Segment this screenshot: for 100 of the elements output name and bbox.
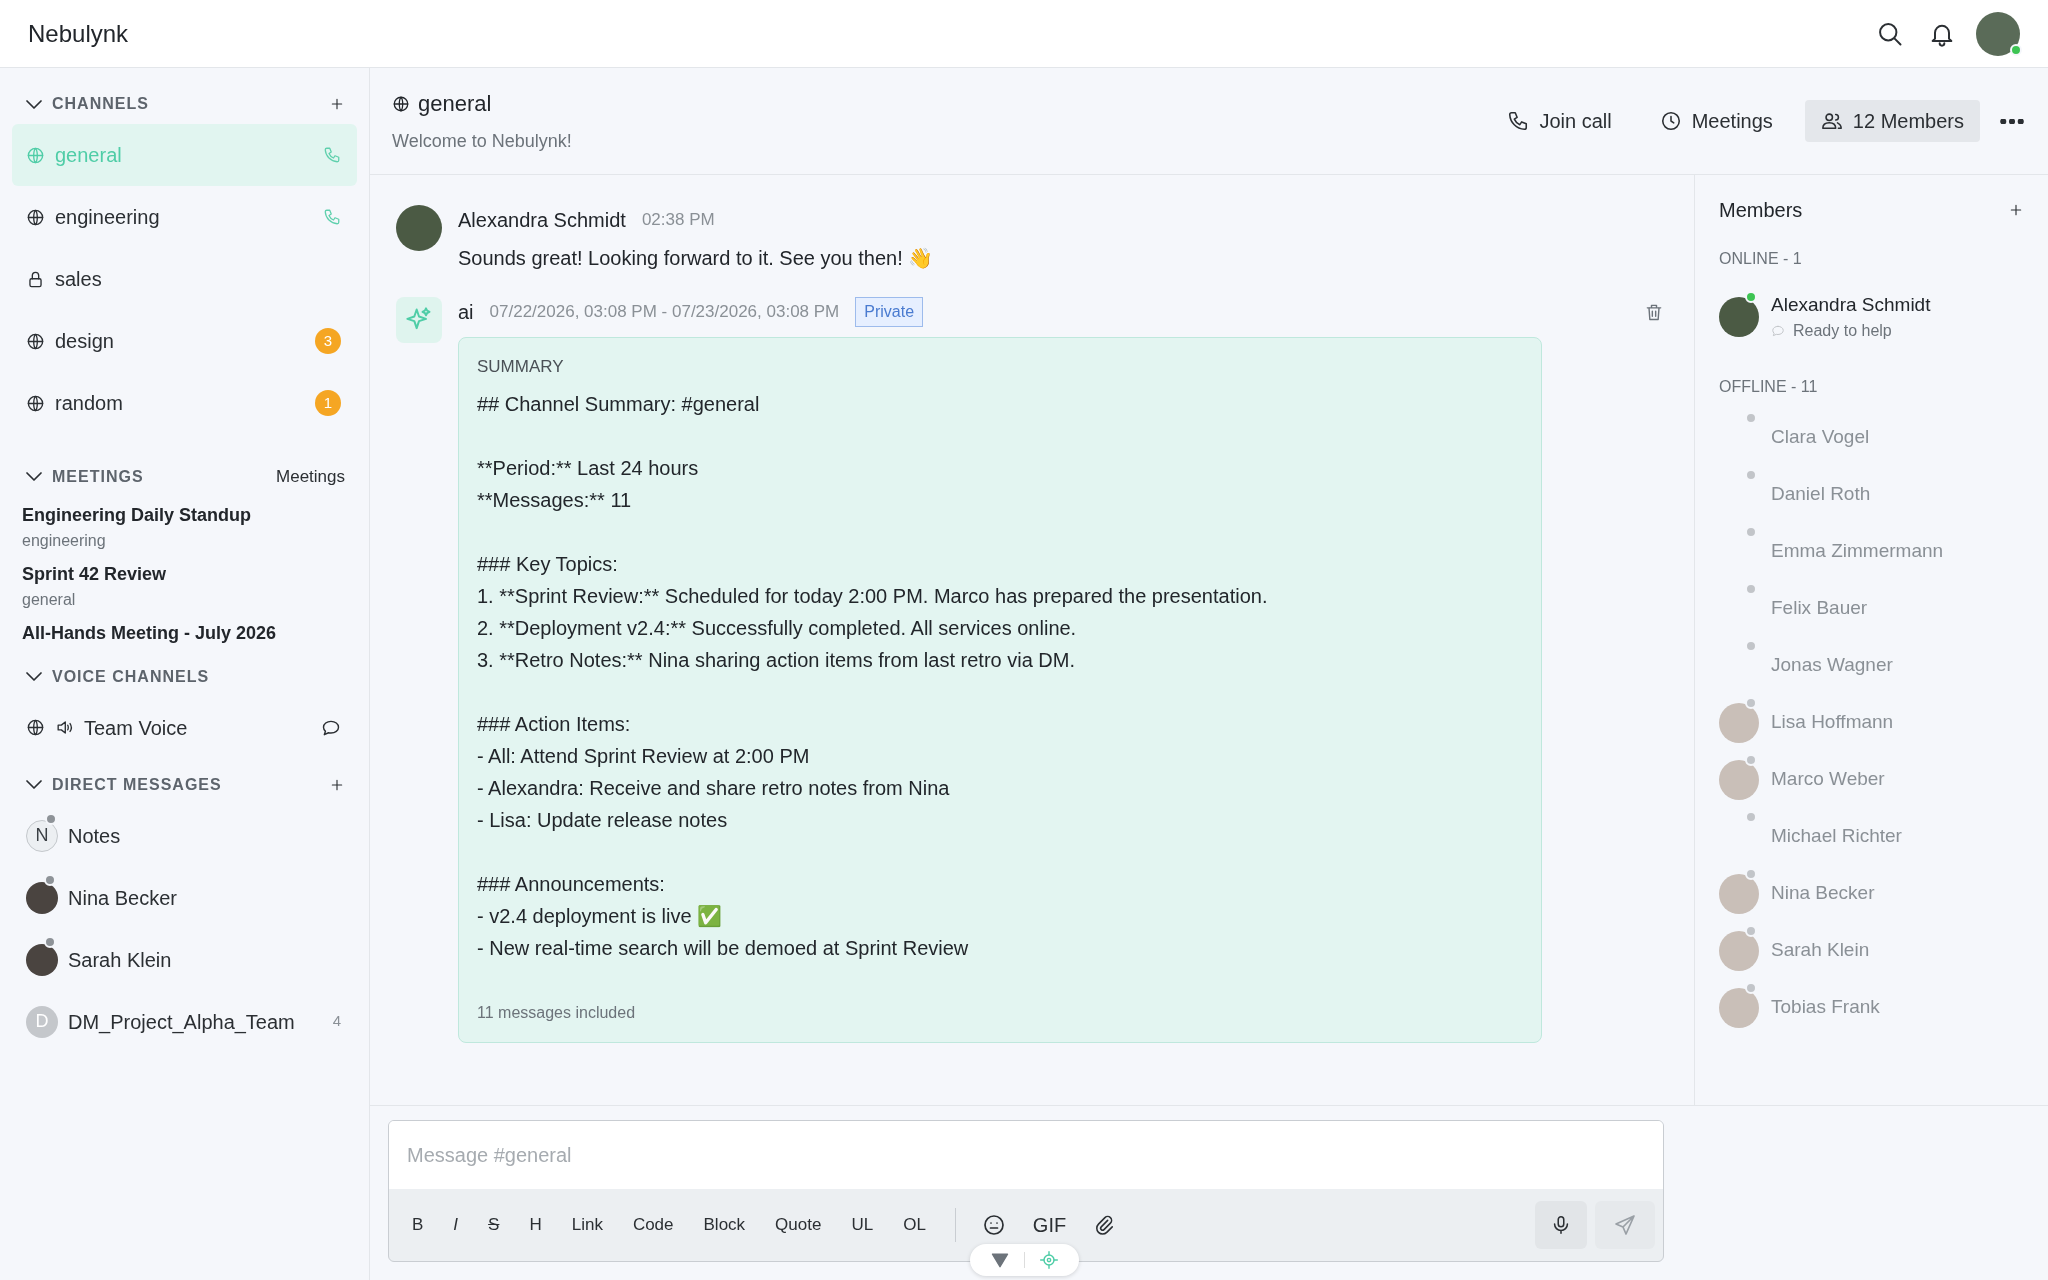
format-button[interactable]: Link	[556, 1206, 618, 1244]
plus-icon	[329, 96, 345, 112]
collapse-toggle[interactable]	[26, 780, 42, 789]
dm-item[interactable]: D DM_Project_Alpha_Team 4	[12, 990, 357, 1053]
voice-button[interactable]	[1535, 1201, 1587, 1249]
summary-line: - Alexandra: Receive and share retro notes from Nina	[477, 775, 951, 801]
avatar: D	[26, 1005, 58, 1038]
paperclip-icon	[1093, 1214, 1116, 1236]
private-tag: Private	[855, 297, 924, 327]
chevron-icon	[26, 780, 42, 789]
online-dot	[2010, 43, 2022, 56]
author-name: Alexandra Schmidt	[458, 208, 626, 233]
channel-item[interactable]: design 3	[12, 310, 357, 372]
channel-name: general	[55, 143, 122, 168]
group-label: OFFLINE - 11	[1719, 377, 1819, 397]
clock-icon	[1659, 110, 1682, 132]
unread-badge: 3	[315, 328, 341, 354]
dm-item[interactable]: Nina Becker	[12, 866, 357, 929]
gif-button[interactable]: GIF	[1017, 1204, 1082, 1246]
status-text: Ready to help	[1793, 321, 1892, 342]
plus-icon	[2008, 202, 2024, 218]
globe-icon	[26, 331, 45, 351]
globe-icon	[26, 145, 45, 165]
summary-line: - Lisa: Update release notes	[477, 807, 729, 833]
format-button[interactable]: H	[514, 1206, 557, 1244]
format-button[interactable]: OL	[888, 1206, 941, 1244]
globe-icon	[26, 718, 45, 737]
channel-name: design	[55, 329, 114, 354]
channel-name: random	[55, 391, 123, 416]
user-avatar	[396, 205, 442, 251]
author-name: ai	[458, 300, 474, 325]
meetings-link[interactable]: Meetings	[276, 464, 345, 490]
dm-item[interactable]: Sarah Klein	[12, 928, 357, 991]
channel-item[interactable]: random 1	[12, 372, 357, 434]
chevron-icon	[26, 99, 42, 109]
speaker-icon	[55, 718, 74, 737]
summary-line: - New real-time search will be demoed at Sprint Review	[477, 935, 970, 961]
collapse-toggle[interactable]	[26, 99, 42, 109]
dm-item[interactable]: N Notes	[12, 804, 357, 867]
summary-line: ### Action Items:	[477, 711, 632, 737]
meeting-title[interactable]: Sprint 42 Review	[22, 560, 347, 588]
format-button[interactable]: Code	[617, 1206, 689, 1244]
header-button[interactable]: Meetings	[1643, 100, 1789, 142]
lock-icon	[26, 269, 45, 289]
format-button[interactable]: S	[473, 1206, 515, 1244]
phone-icon	[1507, 110, 1530, 132]
meeting-channel: engineering	[22, 530, 107, 551]
globe-icon	[26, 207, 45, 227]
globe-icon	[392, 94, 410, 113]
format-button[interactable]: UL	[836, 1206, 889, 1244]
member-name[interactable]: Alexandra Schmidt	[1771, 290, 1931, 320]
app-logo-text: Nebulynk	[28, 18, 129, 49]
devtools-menu[interactable]	[970, 1244, 1079, 1276]
message-text: Sounds great! Looking forward to it. See you then! 👋	[458, 246, 935, 271]
summary-line: ### Key Topics:	[477, 551, 619, 577]
summary-line: - All: Attend Sprint Review at 2:00 PM	[477, 743, 811, 769]
channel-item[interactable]: sales	[12, 248, 357, 310]
unread-badge: 1	[315, 390, 341, 416]
voice-channel-item[interactable]: Team Voice	[12, 696, 357, 759]
meeting-title[interactable]: All-Hands Meeting - July 2026	[22, 619, 347, 647]
format-button[interactable]: Block	[688, 1206, 761, 1244]
meeting-channel: general	[22, 589, 77, 610]
send-icon	[1613, 1213, 1637, 1237]
channel-name: engineering	[55, 205, 160, 230]
format-button[interactable]: Quote	[760, 1206, 837, 1244]
globe-icon	[26, 393, 45, 413]
collapse-toggle[interactable]	[26, 672, 42, 681]
add-channel-button[interactable]	[329, 96, 345, 112]
dm-name: DM_Project_Alpha_Team	[68, 1009, 295, 1036]
header-button[interactable]: Join call	[1491, 100, 1628, 142]
add-member-button[interactable]	[2008, 202, 2024, 218]
smiley-icon	[981, 1213, 1006, 1237]
chevron-icon	[26, 472, 42, 482]
section-heading: CHANNELS	[52, 94, 149, 114]
count-label: 4	[332, 1011, 341, 1032]
people-icon	[1820, 110, 1843, 132]
collapse-toggle[interactable]	[26, 472, 42, 482]
summary-line: ## Channel Summary: #general	[477, 391, 761, 417]
channel-name: sales	[55, 267, 102, 292]
section-heading: VOICE CHANNELS	[52, 666, 210, 687]
format-button[interactable]: I	[438, 1206, 474, 1244]
header-button[interactable]: 12 Members	[1804, 100, 1980, 142]
chevron-icon	[26, 672, 42, 681]
message-time: 07/22/2026, 03:08 PM - 07/23/2026, 03:08 PM	[489, 301, 840, 324]
channel-topic: Welcome to Nebulynk!	[392, 130, 572, 153]
summary-line: **Messages:** 11	[477, 487, 633, 513]
summary-label: SUMMARY	[477, 356, 565, 378]
more-icon	[2000, 118, 2024, 124]
dm-name: Sarah Klein	[68, 947, 172, 973]
summary-footer: 11 messages included	[477, 1003, 636, 1021]
trash-icon	[1644, 302, 1664, 322]
message-input[interactable]: Message #general	[389, 1121, 1663, 1189]
summary-line: 3. **Retro Notes:** Nina sharing action items from last retro via DM.	[477, 647, 1076, 673]
dm-name: Notes	[68, 823, 121, 849]
format-button[interactable]: B	[397, 1206, 439, 1244]
meeting-title[interactable]: Engineering Daily Standup	[22, 501, 347, 529]
user-avatar[interactable]	[1976, 11, 2020, 56]
dm-name: Nina Becker	[68, 885, 177, 911]
channel-item[interactable]: engineering	[12, 186, 357, 248]
summary-line: - v2.4 deployment is live ✅	[477, 903, 724, 929]
